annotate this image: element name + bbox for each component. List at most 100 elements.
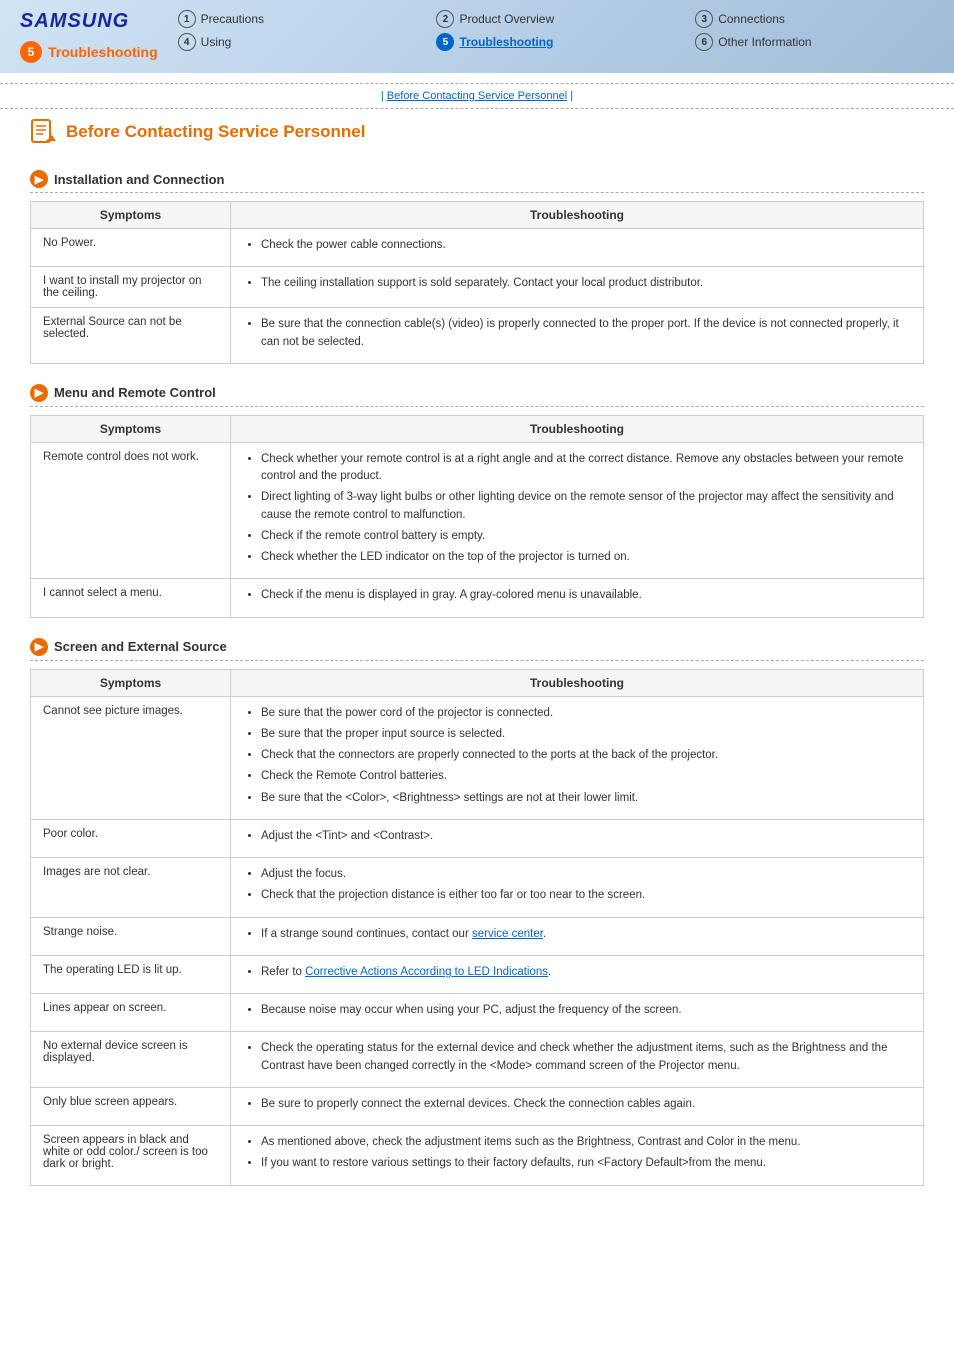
list-item: Check the Remote Control batteries.	[261, 768, 911, 785]
list-item: Be sure that the connection cable(s) (vi…	[261, 316, 911, 351]
section-installation: ▶ Installation and Connection Symptoms T…	[30, 170, 924, 364]
nav-item-product[interactable]: 2 Product Overview	[436, 10, 675, 28]
list-item: Check if the menu is displayed in gray. …	[261, 587, 911, 604]
table-menu: Symptoms Troubleshooting Remote control …	[30, 415, 924, 618]
current-num: 5	[20, 41, 42, 63]
main-content: Before Contacting Service Personnel ▶ In…	[0, 119, 954, 1226]
list-item: Check that the connectors are properly c…	[261, 747, 911, 764]
table-row: Screen appears in black and white or odd…	[31, 1126, 924, 1186]
breadcrumb-bar: | Before Contacting Service Personnel |	[0, 83, 954, 109]
trouble-cell: Check if the menu is displayed in gray. …	[231, 579, 924, 617]
trouble-cell: Adjust the <Tint> and <Contrast>.	[231, 819, 924, 857]
section-icon-menu: ▶	[30, 384, 48, 402]
section-icon-installation: ▶	[30, 170, 48, 188]
table-row: The operating LED is lit up. Refer to Co…	[31, 955, 924, 993]
symptom-cell: Remote control does not work.	[31, 442, 231, 579]
table-row: Cannot see picture images. Be sure that …	[31, 696, 924, 819]
section-header-screen: ▶ Screen and External Source	[30, 638, 924, 661]
breadcrumb-link[interactable]: Before Contacting Service Personnel	[387, 90, 567, 102]
symptom-cell: Cannot see picture images.	[31, 696, 231, 819]
nav-item-other[interactable]: 6 Other Information	[695, 33, 934, 51]
list-item: Check if the remote control battery is e…	[261, 528, 911, 545]
list-item: Be sure that the power cord of the proje…	[261, 705, 911, 722]
list-item: Refer to Corrective Actions According to…	[261, 964, 911, 981]
symptom-cell: Images are not clear.	[31, 858, 231, 918]
symptom-cell: Strange noise.	[31, 917, 231, 955]
trouble-cell: Be sure to properly connect the external…	[231, 1087, 924, 1125]
page-title: Before Contacting Service Personnel	[66, 122, 365, 142]
nav-item-connections[interactable]: 3 Connections	[695, 10, 934, 28]
symptom-cell: External Source can not be selected.	[31, 308, 231, 364]
logo-section: SAMSUNG 5 Troubleshooting	[20, 10, 158, 63]
list-item: Because noise may occur when using your …	[261, 1002, 911, 1019]
nav-num-3: 3	[695, 10, 713, 28]
nav-label-using: Using	[201, 35, 232, 49]
section-title-menu: Menu and Remote Control	[54, 385, 216, 400]
list-item: The ceiling installation support is sold…	[261, 275, 911, 292]
led-indications-link[interactable]: Corrective Actions According to LED Indi…	[305, 966, 548, 978]
trouble-cell: The ceiling installation support is sold…	[231, 267, 924, 308]
table-row: Remote control does not work. Check whet…	[31, 442, 924, 579]
nav-num-6: 6	[695, 33, 713, 51]
nav-num-4: 4	[178, 33, 196, 51]
list-item: Check the power cable connections.	[261, 237, 911, 254]
section-menu: ▶ Menu and Remote Control Symptoms Troub…	[30, 384, 924, 618]
list-item: If a strange sound continues, contact ou…	[261, 926, 911, 943]
section-title-installation: Installation and Connection	[54, 172, 224, 187]
section-icon-screen: ▶	[30, 638, 48, 656]
samsung-logo: SAMSUNG	[20, 10, 158, 33]
symptom-cell: Only blue screen appears.	[31, 1087, 231, 1125]
trouble-cell: Because noise may occur when using your …	[231, 994, 924, 1032]
list-item: Be sure that the proper input source is …	[261, 726, 911, 743]
nav-item-precautions[interactable]: 1 Precautions	[178, 10, 417, 28]
table-row: I want to install my projector on the ce…	[31, 267, 924, 308]
table-screen: Symptoms Troubleshooting Cannot see pict…	[30, 669, 924, 1186]
table-row: Poor color. Adjust the <Tint> and <Contr…	[31, 819, 924, 857]
list-item: Check whether your remote control is at …	[261, 451, 911, 486]
nav-label-other: Other Information	[718, 35, 811, 49]
symptom-cell: Screen appears in black and white or odd…	[31, 1126, 231, 1186]
list-item: Be sure to properly connect the external…	[261, 1096, 911, 1113]
service-center-link[interactable]: service center	[472, 928, 543, 940]
list-item: Direct lighting of 3-way light bulbs or …	[261, 489, 911, 524]
nav-label-product: Product Overview	[459, 12, 554, 26]
trouble-cell: If a strange sound continues, contact ou…	[231, 917, 924, 955]
table-row: Lines appear on screen. Because noise ma…	[31, 994, 924, 1032]
symptom-cell: No external device screen is displayed.	[31, 1032, 231, 1088]
trouble-cell: As mentioned above, check the adjustment…	[231, 1126, 924, 1186]
nav-grid: 1 Precautions 2 Product Overview 3 Conne…	[178, 10, 934, 51]
list-item: Adjust the <Tint> and <Contrast>.	[261, 828, 911, 845]
trouble-cell: Be sure that the connection cable(s) (vi…	[231, 308, 924, 364]
list-item: If you want to restore various settings …	[261, 1155, 911, 1172]
section-header-installation: ▶ Installation and Connection	[30, 170, 924, 193]
page-icon	[30, 119, 58, 145]
nav-item-using[interactable]: 4 Using	[178, 33, 417, 51]
nav-num-2: 2	[436, 10, 454, 28]
list-item: Adjust the focus.	[261, 866, 911, 883]
list-item: Check the operating status for the exter…	[261, 1040, 911, 1075]
current-label: Troubleshooting	[48, 44, 158, 60]
table-installation: Symptoms Troubleshooting No Power. Check…	[30, 201, 924, 364]
col-troubleshooting-1: Troubleshooting	[231, 202, 924, 229]
trouble-cell: Check the operating status for the exter…	[231, 1032, 924, 1088]
table-row: No Power. Check the power cable connecti…	[31, 229, 924, 267]
current-section[interactable]: 5 Troubleshooting	[20, 41, 158, 63]
table-row: Only blue screen appears. Be sure to pro…	[31, 1087, 924, 1125]
nav-label-connections: Connections	[718, 12, 785, 26]
symptom-cell: No Power.	[31, 229, 231, 267]
list-item: Be sure that the <Color>, <Brightness> s…	[261, 790, 911, 807]
nav-num-1: 1	[178, 10, 196, 28]
nav-num-5: 5	[436, 33, 454, 51]
nav-label-precautions: Precautions	[201, 12, 264, 26]
symptom-cell: The operating LED is lit up.	[31, 955, 231, 993]
col-symptoms-1: Symptoms	[31, 202, 231, 229]
trouble-cell: Be sure that the power cord of the proje…	[231, 696, 924, 819]
table-row: External Source can not be selected. Be …	[31, 308, 924, 364]
nav-item-troubleshooting[interactable]: 5 Troubleshooting	[436, 33, 675, 51]
list-item: Check whether the LED indicator on the t…	[261, 549, 911, 566]
table-row: Images are not clear. Adjust the focus. …	[31, 858, 924, 918]
col-troubleshooting-3: Troubleshooting	[231, 669, 924, 696]
trouble-cell: Check whether your remote control is at …	[231, 442, 924, 579]
symptom-cell: Lines appear on screen.	[31, 994, 231, 1032]
table-row: No external device screen is displayed. …	[31, 1032, 924, 1088]
